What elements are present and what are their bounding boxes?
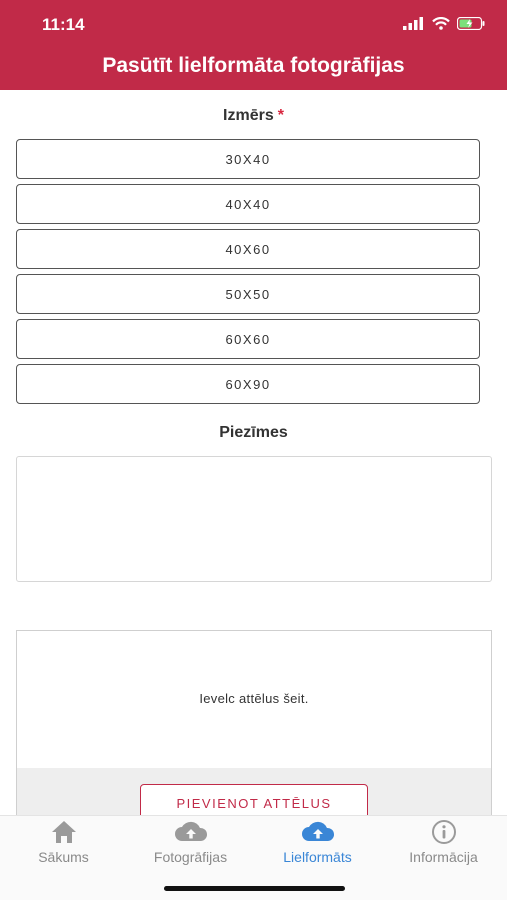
notes-section-label: Piezīmes: [219, 424, 288, 441]
upload-drop-zone[interactable]: Ievelc attēlus šeit. PIEVIENOT ATTĒLUS: [16, 630, 492, 830]
cloud-upload-icon: [301, 821, 334, 841]
size-section-label: Izmērs *: [0, 107, 507, 125]
battery-charging-icon: [457, 17, 485, 30]
notes-textarea[interactable]: [16, 456, 492, 582]
tab-photos-label: Fotogrāfijas: [153, 849, 228, 865]
info-icon: [431, 820, 456, 844]
tab-information[interactable]: Informācija: [380, 819, 507, 869]
tab-large-format[interactable]: Lielformāts: [254, 819, 381, 869]
tab-large-format-label: Lielformāts: [283, 849, 352, 865]
header-bar: 11:14 Pasūtīt lielformāta fotogrāfijas: [0, 0, 507, 90]
size-option-60x60[interactable]: 60X60: [16, 319, 480, 359]
tab-home-label: Sākums: [38, 849, 89, 865]
cellular-signal-icon: [403, 17, 423, 30]
size-label-text: Izmērs: [223, 107, 274, 124]
cloud-upload-icon: [174, 821, 207, 841]
size-option-30x40[interactable]: 30X40: [16, 139, 480, 179]
tab-information-label: Informācija: [409, 849, 478, 865]
tab-photos[interactable]: Fotogrāfijas: [127, 819, 254, 869]
size-options-list: 30X40 40X40 40X60 50X50 60X60 60X90: [16, 139, 480, 409]
home-icon: [51, 821, 76, 843]
upload-hint-text: Ievelc attēlus šeit.: [199, 691, 309, 706]
required-mark: *: [277, 107, 284, 124]
status-icons: [403, 17, 485, 30]
page-title: Pasūtīt lielformāta fotogrāfijas: [102, 54, 405, 77]
size-option-40x40[interactable]: 40X40: [16, 184, 480, 224]
size-option-50x50[interactable]: 50X50: [16, 274, 480, 314]
size-option-40x60[interactable]: 40X60: [16, 229, 480, 269]
tab-home[interactable]: Sākums: [0, 819, 127, 869]
size-option-60x90[interactable]: 60X90: [16, 364, 480, 404]
wifi-icon: [432, 17, 450, 30]
status-bar: 11:14: [0, 0, 507, 48]
home-indicator[interactable]: [164, 886, 345, 891]
status-time: 11:14: [42, 15, 85, 34]
